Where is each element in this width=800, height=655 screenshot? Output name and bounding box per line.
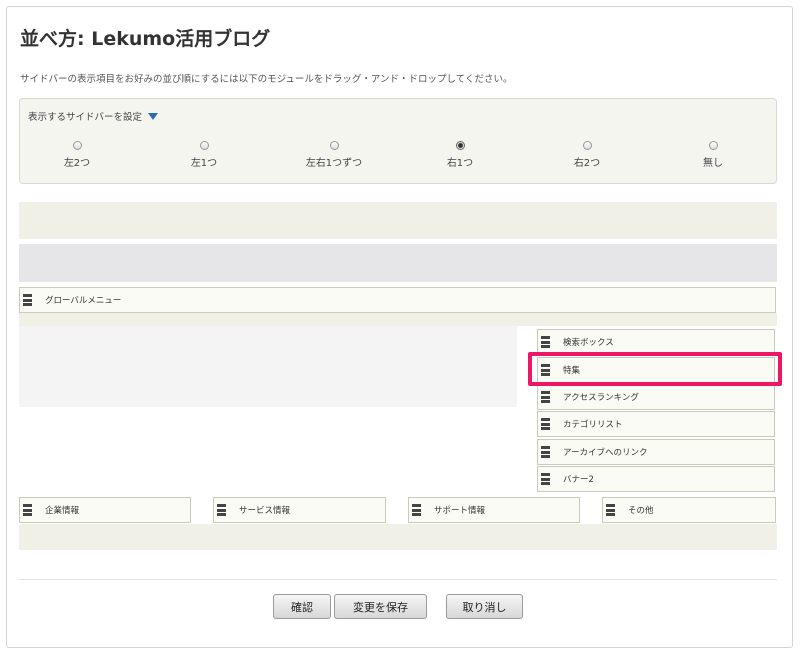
radio-left-two[interactable] xyxy=(72,141,82,150)
triangle-down-icon xyxy=(148,112,159,120)
radio-right-one[interactable] xyxy=(455,141,465,150)
drag-handle-icon[interactable] xyxy=(541,446,550,458)
sidebar-setting-toggle[interactable]: 表示するサイドバーを設定 xyxy=(28,109,159,123)
page-description: サイドバーの表示項目をお好みの並び順にするには以下のモジュールをドラッグ・アンド… xyxy=(20,74,513,85)
module-label: 検索ボックス xyxy=(563,338,614,348)
option-label: 左右1つずつ xyxy=(305,158,363,169)
module-label: サービス情報 xyxy=(239,506,291,516)
drag-handle-icon[interactable] xyxy=(217,504,226,516)
header-area xyxy=(19,202,777,239)
module-support-info[interactable]: サポート情報 xyxy=(408,497,580,523)
option-left-one[interactable]: 左1つ xyxy=(159,141,249,169)
radio-left-one[interactable] xyxy=(199,141,209,150)
drag-handle-icon[interactable] xyxy=(541,418,550,430)
option-label: 左2つ xyxy=(63,158,91,169)
module-label: サポート情報 xyxy=(434,506,486,516)
module-label: その他 xyxy=(628,506,654,516)
option-label: 右2つ xyxy=(573,158,601,169)
module-archive-link[interactable]: アーカイブへのリンク xyxy=(537,439,775,465)
module-label: グローバルメニュー xyxy=(45,296,122,306)
drag-handle-icon[interactable] xyxy=(606,504,615,516)
drag-handle-icon[interactable] xyxy=(23,504,32,516)
radio-left-right-one[interactable] xyxy=(329,141,339,150)
module-label: アクセスランキング xyxy=(563,393,639,403)
option-right-one[interactable]: 右1つ xyxy=(415,141,505,169)
drag-handle-icon[interactable] xyxy=(23,294,32,306)
module-label: 企業情報 xyxy=(45,506,80,516)
drag-handle-icon[interactable] xyxy=(541,391,550,403)
option-label: 右1つ xyxy=(446,158,474,169)
module-other[interactable]: その他 xyxy=(602,497,776,523)
footer-area xyxy=(19,524,777,550)
drag-handle-icon[interactable] xyxy=(412,504,421,516)
confirm-button[interactable]: 確認 xyxy=(273,594,331,619)
radio-right-two[interactable] xyxy=(582,141,592,150)
divider xyxy=(19,579,777,580)
option-left-right-one[interactable]: 左右1つずつ xyxy=(289,141,379,169)
save-button[interactable]: 変更を保存 xyxy=(334,594,427,619)
module-label: バナー2 xyxy=(563,475,594,485)
radio-none[interactable] xyxy=(708,141,718,150)
module-banner-2[interactable]: バナー2 xyxy=(537,466,775,492)
option-none[interactable]: 無し xyxy=(668,141,758,169)
cancel-button[interactable]: 取り消し xyxy=(446,594,523,619)
page-title: 並べ方: Lekumo活用ブログ xyxy=(20,28,271,50)
module-access-ranking[interactable]: アクセスランキング xyxy=(537,384,775,410)
option-left-two[interactable]: 左2つ xyxy=(32,141,122,169)
highlight-box xyxy=(528,352,782,386)
module-category-list[interactable]: カテゴリリスト xyxy=(537,411,775,437)
sidebar-setting-label: 表示するサイドバーを設定 xyxy=(28,112,143,123)
module-label: アーカイブへのリンク xyxy=(563,448,648,458)
option-label: 無し xyxy=(703,158,723,169)
module-global-menu[interactable]: グローバルメニュー xyxy=(19,287,776,313)
option-right-two[interactable]: 右2つ xyxy=(542,141,632,169)
option-label: 左1つ xyxy=(190,158,218,169)
module-label: カテゴリリスト xyxy=(563,420,623,430)
sidebar-setting-box: 表示するサイドバーを設定 左2つ 左1つ 左右1つずつ 右1つ 右2つ 無し xyxy=(19,98,777,184)
drag-handle-icon[interactable] xyxy=(541,336,550,348)
content-top-area xyxy=(19,313,777,326)
main-content-area xyxy=(19,326,517,407)
module-service-info[interactable]: サービス情報 xyxy=(213,497,386,523)
module-company-info[interactable]: 企業情報 xyxy=(19,497,191,523)
banner-area xyxy=(19,244,777,282)
drag-handle-icon[interactable] xyxy=(541,473,550,485)
